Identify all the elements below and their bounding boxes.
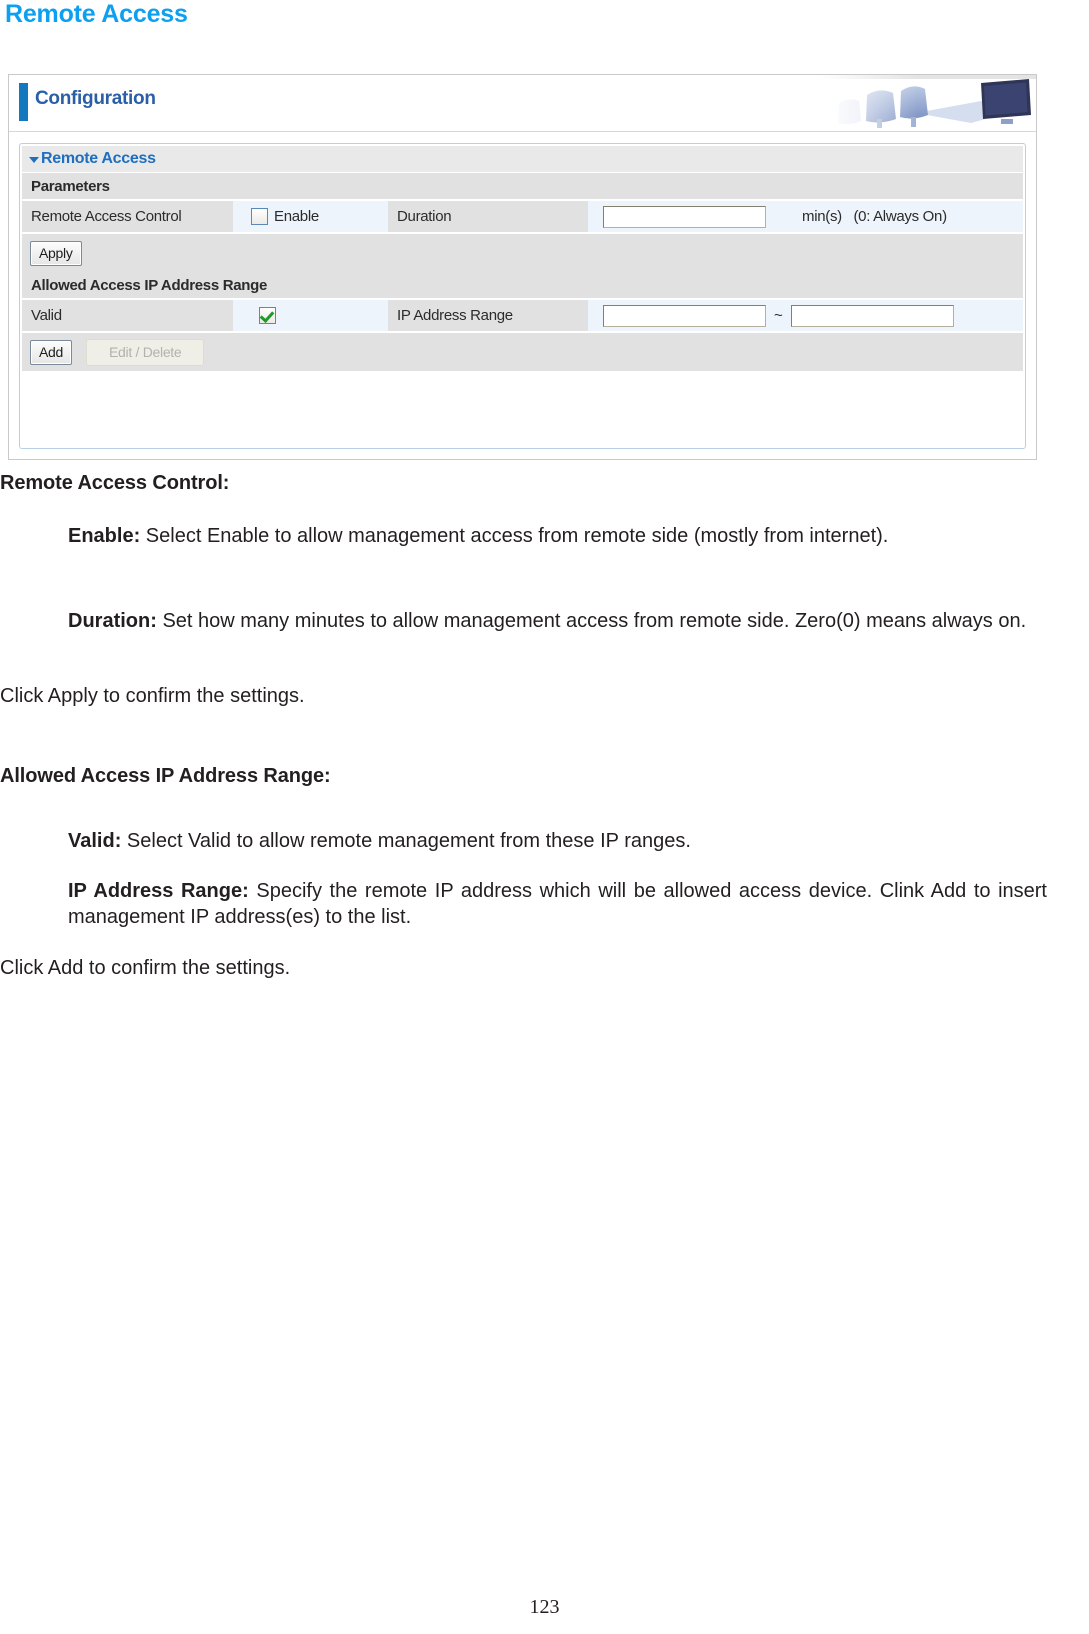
label-valid: Valid	[22, 300, 233, 331]
router-ui-screenshot: Configuration Remote Access Parameters R…	[8, 74, 1037, 460]
duration-unit-note: min(s) (0: Always On)	[802, 208, 947, 225]
valid-checkbox[interactable]	[259, 307, 276, 324]
ip-range-input-cell: ~	[588, 300, 1023, 331]
text-valid: Select Valid to allow remote management …	[121, 830, 691, 852]
valid-checkbox-cell[interactable]	[233, 300, 388, 331]
text-duration: Set how many minutes to allow management…	[156, 610, 1027, 632]
heading-allowed-ip-range: Allowed Access IP Address Range:	[0, 765, 331, 787]
term-duration: Duration:	[68, 610, 157, 632]
ip-range-button-bar: Add Edit / Delete	[22, 333, 1023, 371]
enable-checkbox[interactable]	[251, 208, 268, 225]
page-number: 123	[529, 1596, 560, 1618]
collapse-triangle-icon[interactable]	[29, 157, 39, 163]
add-button[interactable]: Add	[30, 339, 73, 365]
heading-remote-access-control: Remote Access Control:	[0, 472, 230, 494]
paragraph-enable: Enable: Select Enable to allow managemen…	[68, 523, 1047, 549]
range-separator: ~	[774, 307, 783, 324]
enable-label: Enable	[274, 208, 319, 225]
page-title: Remote Access	[5, 0, 188, 28]
section-title: Remote Access	[41, 150, 156, 167]
text-enable: Select Enable to allow management access…	[140, 525, 889, 547]
paragraph-click-apply: Click Apply to confirm the settings.	[0, 685, 305, 707]
label-remote-access-control: Remote Access Control	[22, 201, 233, 232]
paragraph-ip-range: IP Address Range: Specify the remote IP …	[68, 878, 1047, 931]
group-header-ip-range: Allowed Access IP Address Range	[22, 272, 1023, 298]
term-ip-range: IP Address Range:	[68, 880, 249, 902]
duration-input[interactable]	[603, 205, 766, 228]
label-duration: Duration	[388, 201, 588, 232]
paragraph-click-add: Click Add to confirm the settings.	[0, 957, 291, 979]
term-enable: Enable:	[68, 525, 141, 547]
ip-range-start-input[interactable]	[603, 304, 766, 327]
row-ip-address-range: Valid IP Address Range ~	[22, 300, 1023, 331]
enable-checkbox-cell[interactable]: Enable	[233, 201, 388, 232]
row-remote-access-control: Remote Access Control Enable Duration mi…	[22, 201, 1023, 232]
label-ip-address-range: IP Address Range	[388, 300, 588, 331]
accent-bar-icon	[19, 83, 28, 121]
group-header-parameters: Parameters	[22, 173, 1023, 199]
section-header-remote-access[interactable]: Remote Access	[22, 146, 1023, 173]
duration-input-cell	[588, 201, 788, 232]
edit-delete-button: Edit / Delete	[86, 338, 205, 366]
apply-button[interactable]: Apply	[30, 240, 82, 266]
configuration-banner: Configuration	[9, 75, 1036, 132]
ip-range-end-input[interactable]	[790, 304, 954, 327]
office-desk-image	[821, 75, 1036, 130]
configuration-label: Configuration	[35, 88, 156, 109]
term-valid: Valid:	[68, 830, 122, 852]
remote-access-panel: Remote Access Parameters Remote Access C…	[19, 143, 1026, 449]
paragraph-duration: Duration: Set how many minutes to allow …	[68, 608, 1047, 634]
paragraph-valid: Valid: Select Valid to allow remote mana…	[68, 828, 1047, 854]
parameters-button-bar: Apply	[22, 234, 1023, 272]
